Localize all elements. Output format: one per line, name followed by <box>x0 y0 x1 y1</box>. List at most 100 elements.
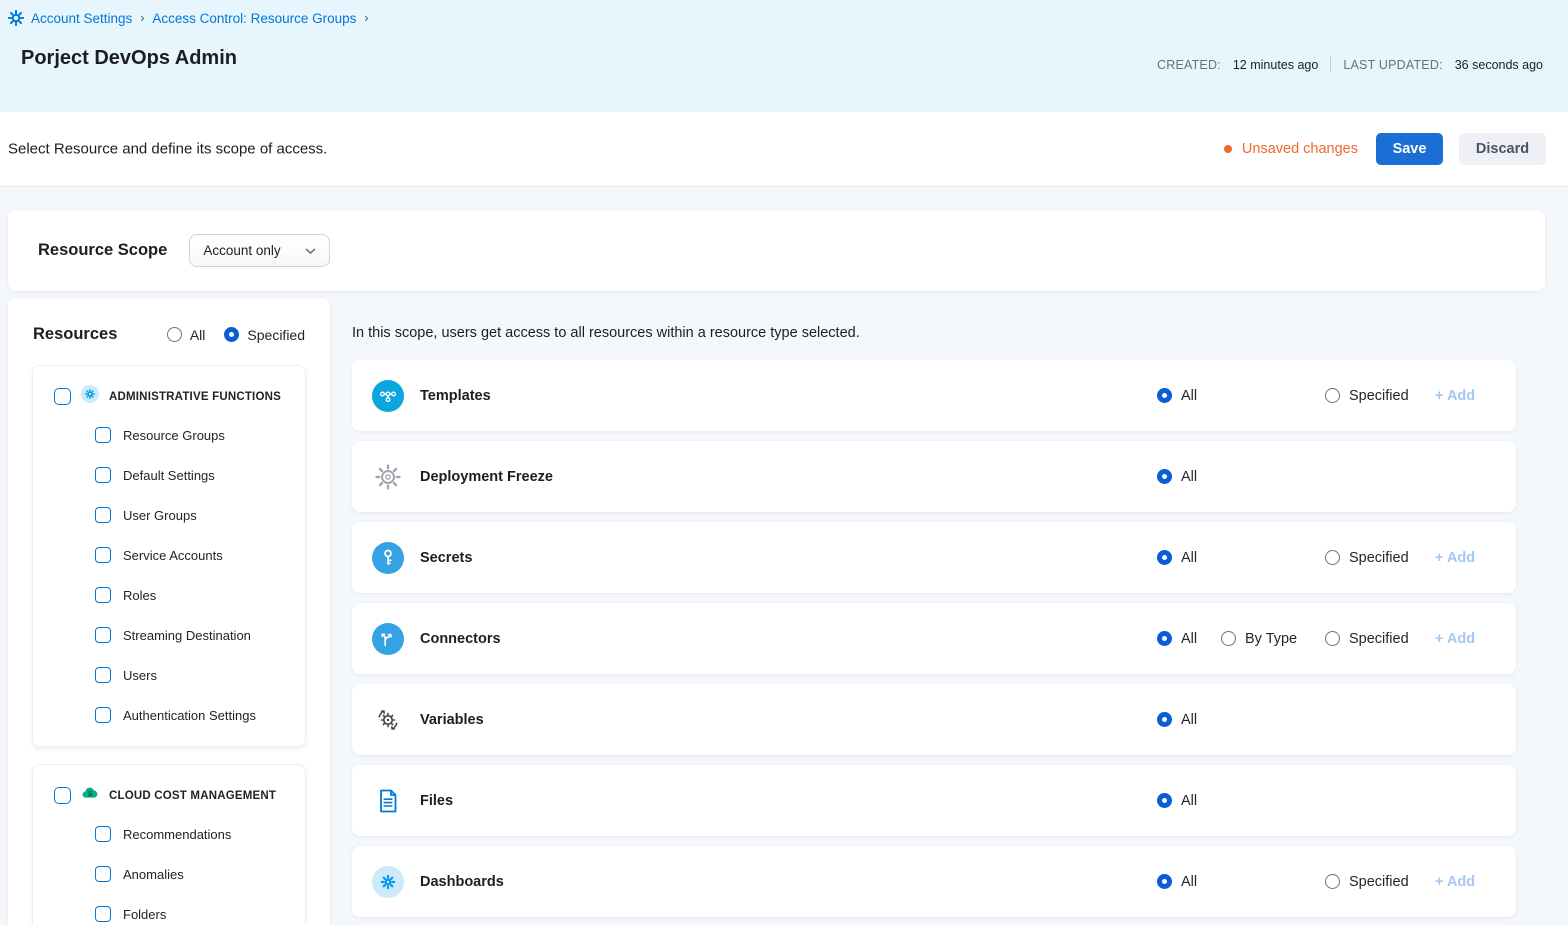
resource-item-label: Roles <box>123 588 156 603</box>
resource-item-label: Users <box>123 668 157 683</box>
radio-option-specified[interactable]: Specified <box>1325 550 1409 566</box>
radio-all[interactable] <box>1157 469 1172 484</box>
add-button[interactable]: + Add <box>1435 388 1475 404</box>
save-button[interactable]: Save <box>1376 133 1443 165</box>
resource-item-label: Streaming Destination <box>123 628 251 643</box>
resource-type-row: TemplatesAllSpecified+ Add <box>352 360 1516 431</box>
resource-item-checkbox[interactable] <box>95 467 111 483</box>
unsaved-changes-indicator: Unsaved changes <box>1224 141 1358 157</box>
resource-item: Resource Groups <box>33 415 305 455</box>
radio-option-label: All <box>1181 874 1197 890</box>
resource-type-name: Deployment Freeze <box>420 469 553 485</box>
resource-group-items: Resource GroupsDefault SettingsUser Grou… <box>33 415 305 735</box>
radio-specified[interactable] <box>1325 550 1340 565</box>
group-checkbox[interactable] <box>54 787 71 804</box>
group-checkbox[interactable] <box>54 388 71 405</box>
radio-option-label: Specified <box>1349 874 1409 890</box>
breadcrumb-account-settings[interactable]: Account Settings <box>31 11 132 26</box>
radio-by-type[interactable] <box>1221 631 1236 646</box>
resource-item-checkbox[interactable] <box>95 547 111 563</box>
connectors-icon <box>372 623 404 655</box>
radio-specified[interactable] <box>1325 631 1340 646</box>
radio-all[interactable] <box>1157 550 1172 565</box>
radio-option-by-type[interactable]: By Type <box>1221 631 1297 647</box>
resource-item: Service Accounts <box>33 535 305 575</box>
page-title: Porject DevOps Admin <box>21 47 237 70</box>
resource-item-checkbox[interactable] <box>95 906 111 922</box>
radio-all[interactable] <box>1157 712 1172 727</box>
page-header: Account Settings › Access Control: Resou… <box>0 0 1568 112</box>
radio-option-all[interactable]: All <box>1157 631 1197 647</box>
resource-type-row: SecretsAllSpecified+ Add <box>352 522 1516 593</box>
chevron-down-icon <box>305 243 316 258</box>
resource-item: Authentication Settings <box>33 695 305 735</box>
add-button[interactable]: + Add <box>1435 550 1475 566</box>
unsaved-dot-icon <box>1224 145 1232 153</box>
radio-option-all[interactable]: All <box>1157 712 1197 728</box>
resource-type-row: FilesAll <box>352 765 1516 836</box>
admin-gear-icon <box>81 385 99 408</box>
radio-option-specified[interactable]: Specified <box>1325 388 1409 404</box>
discard-button[interactable]: Discard <box>1459 133 1546 165</box>
resource-group-card: ADMINISTRATIVE FUNCTIONSResource GroupsD… <box>32 365 306 747</box>
scope-intro-text: In this scope, users get access to all r… <box>352 325 860 341</box>
radio-specified-label: Specified <box>247 327 305 343</box>
resource-scope-card: Resource Scope Account only <box>8 210 1545 291</box>
resource-item-checkbox[interactable] <box>95 427 111 443</box>
resources-mode-radios: All Specified <box>167 327 305 343</box>
resource-scope-label: Resource Scope <box>38 241 167 260</box>
radio-option-all[interactable]: All <box>1157 469 1197 485</box>
radio-all[interactable] <box>1157 793 1172 808</box>
resource-item-checkbox[interactable] <box>95 627 111 643</box>
radio-option-label: All <box>1181 550 1197 566</box>
resource-item: Recommendations <box>33 814 305 854</box>
radio-specified[interactable] <box>1325 874 1340 889</box>
resource-item-checkbox[interactable] <box>95 826 111 842</box>
last-updated-value: 36 seconds ago <box>1455 58 1543 72</box>
unsaved-changes-label: Unsaved changes <box>1242 141 1358 157</box>
add-button[interactable]: + Add <box>1435 874 1475 890</box>
resource-item-checkbox[interactable] <box>95 507 111 523</box>
resource-scope-dropdown[interactable]: Account only <box>189 234 329 267</box>
resource-item-checkbox[interactable] <box>95 587 111 603</box>
radio-option-label: Specified <box>1349 388 1409 404</box>
resource-item-checkbox[interactable] <box>95 707 111 723</box>
radio-option-all[interactable]: All <box>1157 550 1197 566</box>
resource-item: Anomalies <box>33 854 305 894</box>
created-value: 12 minutes ago <box>1233 58 1318 72</box>
cloud-dollar-icon: $ <box>81 784 99 807</box>
breadcrumb-access-control[interactable]: Access Control: Resource Groups <box>152 11 356 26</box>
resource-item-checkbox[interactable] <box>95 866 111 882</box>
add-button[interactable]: + Add <box>1435 631 1475 647</box>
resource-item-label: Service Accounts <box>123 548 223 563</box>
action-toolbar: Select Resource and define its scope of … <box>0 112 1568 187</box>
radio-option-specified[interactable]: Specified <box>224 327 305 343</box>
resource-group-label: CLOUD COST MANAGEMENT <box>109 790 276 802</box>
radio-specified[interactable] <box>1325 388 1340 403</box>
resource-group-card: $ CLOUD COST MANAGEMENT Recommendations Ano… <box>32 764 306 925</box>
radio-all[interactable] <box>1157 874 1172 889</box>
radio-option-specified[interactable]: Specified <box>1325 631 1409 647</box>
svg-text:$: $ <box>87 789 93 798</box>
resource-group-header: ADMINISTRATIVE FUNCTIONS <box>33 379 305 415</box>
radio-option-all[interactable]: All <box>167 327 206 343</box>
resource-scope-value: Account only <box>203 243 280 258</box>
radio-option-all[interactable]: All <box>1157 874 1197 890</box>
secrets-icon <box>372 542 404 574</box>
last-updated-label: LAST UPDATED: <box>1343 58 1442 72</box>
radio-all[interactable] <box>1157 388 1172 403</box>
dashboards-icon <box>372 866 404 898</box>
radio-specified[interactable] <box>224 327 239 342</box>
radio-option-all[interactable]: All <box>1157 793 1197 809</box>
toolbar-description: Select Resource and define its scope of … <box>8 141 327 158</box>
variables-icon <box>372 704 404 736</box>
files-icon <box>372 785 404 817</box>
breadcrumb: Account Settings › Access Control: Resou… <box>8 10 369 26</box>
radio-all[interactable] <box>1157 631 1172 646</box>
radio-option-all[interactable]: All <box>1157 388 1197 404</box>
resource-item-checkbox[interactable] <box>95 667 111 683</box>
resource-item-label: Anomalies <box>123 867 184 882</box>
radio-all[interactable] <box>167 327 182 342</box>
settings-gear-icon <box>8 10 24 26</box>
radio-option-specified[interactable]: Specified <box>1325 874 1409 890</box>
